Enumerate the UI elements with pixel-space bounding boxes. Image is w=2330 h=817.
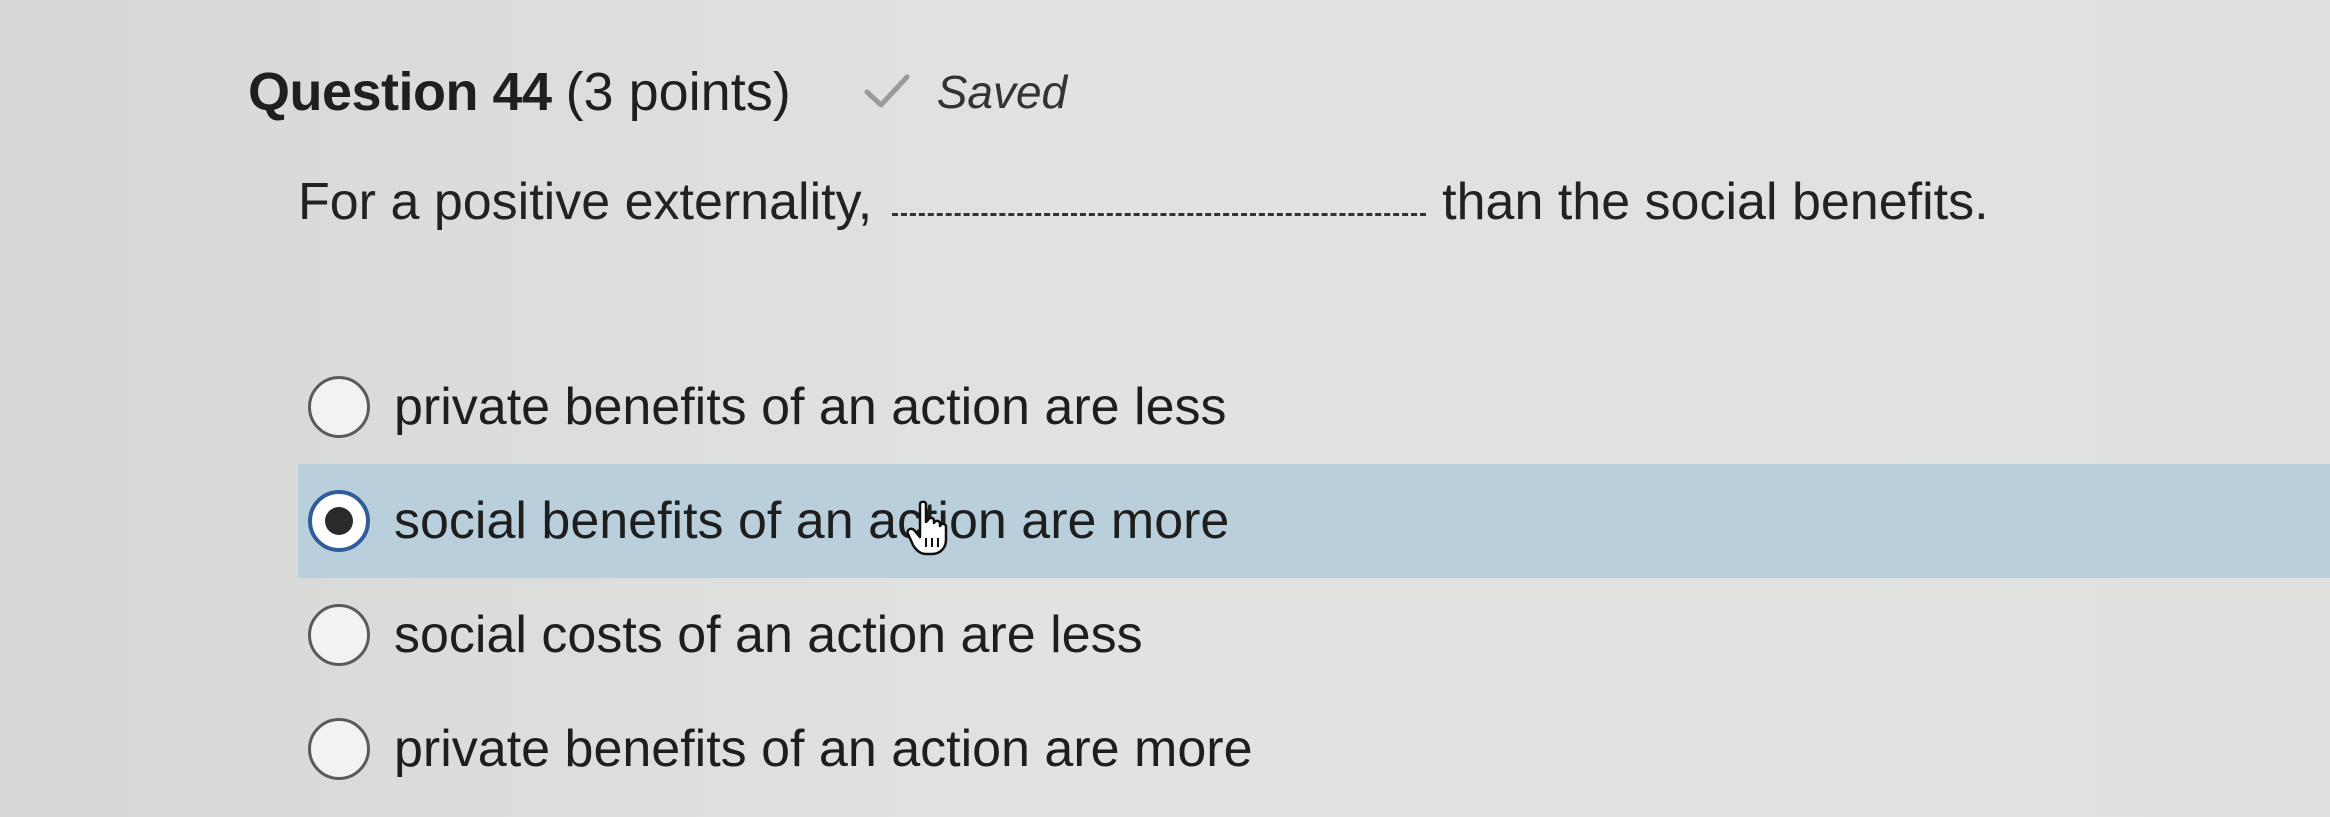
radio-button[interactable] <box>308 718 370 780</box>
option-label: private benefits of an action are more <box>394 720 1253 778</box>
quiz-page: Question 44 (3 points) Saved For a posit… <box>0 0 2330 817</box>
option-2[interactable]: social benefits of an action are more <box>298 464 2330 578</box>
option-1[interactable]: private benefits of an action are less <box>298 350 2330 464</box>
prompt-text-after: than the social benefits. <box>1442 173 1989 231</box>
option-label: private benefits of an action are less <box>394 378 1227 436</box>
question-points: (3 points) <box>565 62 791 122</box>
radio-button[interactable] <box>308 604 370 666</box>
answer-blank <box>892 173 1427 216</box>
radio-button[interactable] <box>308 490 370 552</box>
option-label: social costs of an action are less <box>394 606 1143 664</box>
prompt-text-before: For a positive externality, <box>298 173 873 231</box>
option-label: social benefits of an action are more <box>394 492 1230 550</box>
question-prompt: For a positive externality, than the soc… <box>298 162 1989 242</box>
check-icon <box>864 74 910 108</box>
option-3[interactable]: social costs of an action are less <box>298 578 2330 692</box>
hand-pointer-icon <box>906 500 948 556</box>
save-status: Saved <box>863 65 1067 119</box>
question-number: Question 44 <box>248 62 552 122</box>
question-header: Question 44 (3 points) Saved <box>248 52 1067 132</box>
saved-label: Saved <box>936 66 1068 118</box>
radio-button[interactable] <box>308 376 370 438</box>
option-4[interactable]: private benefits of an action are more <box>298 692 2330 806</box>
answer-options: private benefits of an action are less s… <box>298 350 2330 806</box>
